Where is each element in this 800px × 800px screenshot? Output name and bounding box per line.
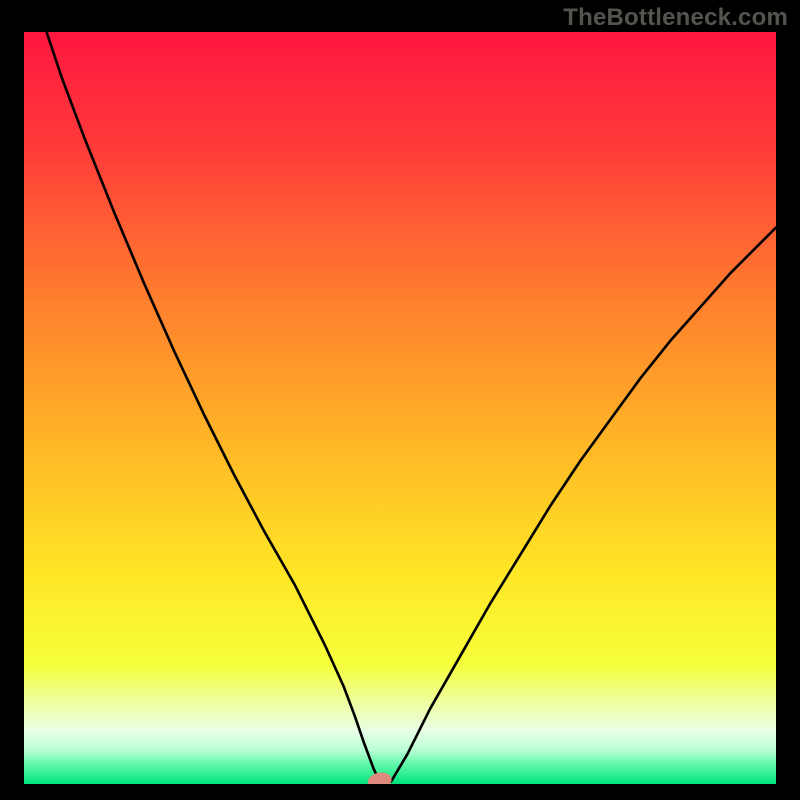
chart-frame: TheBottleneck.com: [0, 0, 800, 800]
watermark-text: TheBottleneck.com: [563, 4, 788, 32]
plot-area: [24, 32, 776, 784]
gradient-background: [24, 32, 776, 784]
chart-svg: [24, 32, 776, 784]
